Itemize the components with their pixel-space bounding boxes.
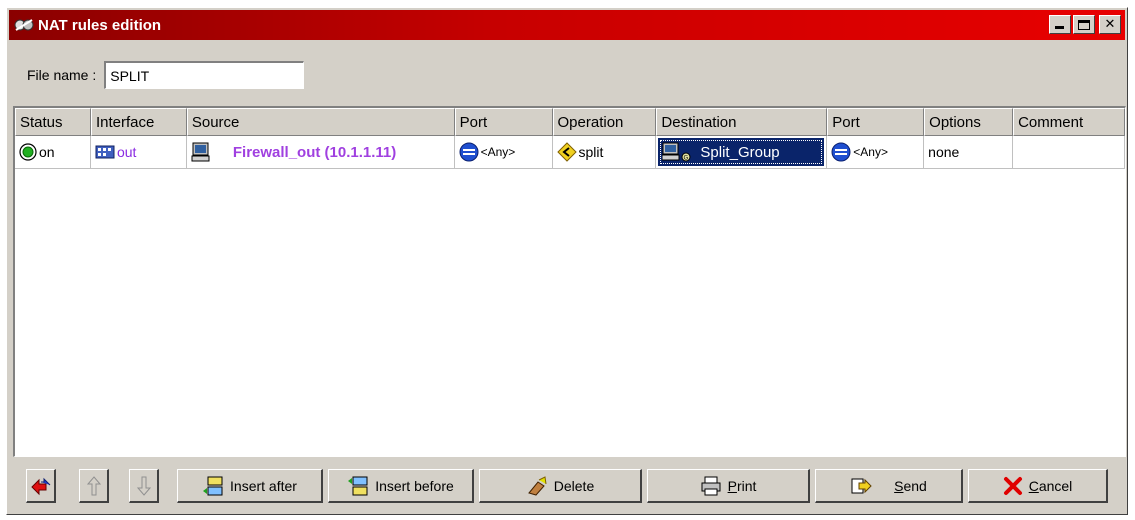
- filename-input[interactable]: [104, 61, 305, 89]
- insert-before-label: Insert before: [375, 477, 454, 494]
- column-header-source[interactable]: Source: [186, 108, 455, 136]
- eraser-icon: [527, 475, 547, 496]
- port-any-icon: [459, 142, 479, 162]
- cell-options[interactable]: none: [924, 136, 1014, 168]
- send-label: Send: [894, 478, 927, 494]
- destination-selected[interactable]: G Split_Group: [658, 138, 825, 166]
- column-header-destination-port[interactable]: Port: [827, 108, 925, 136]
- title-bar[interactable]: NAT rules edition ✕: [9, 10, 1125, 40]
- svg-text:G: G: [684, 155, 689, 162]
- print-label: Print: [728, 478, 757, 494]
- insert-after-button[interactable]: Insert after: [177, 469, 323, 503]
- send-button[interactable]: Send: [815, 469, 963, 503]
- network-interface-icon: [95, 145, 115, 159]
- cell-source-port[interactable]: <Any>: [455, 136, 553, 168]
- print-button[interactable]: Print: [647, 469, 810, 503]
- cell-destination[interactable]: G Split_Group: [656, 136, 828, 168]
- column-header-source-port[interactable]: Port: [454, 108, 553, 136]
- close-icon: ✕: [1104, 17, 1116, 32]
- column-header-interface[interactable]: Interface: [90, 108, 187, 136]
- options-text: none: [928, 144, 960, 160]
- column-header-comment[interactable]: Comment: [1013, 108, 1125, 136]
- send-icon: [851, 478, 872, 493]
- title-buttons: ✕: [1049, 15, 1121, 34]
- insert-before-button[interactable]: Insert before: [328, 469, 474, 503]
- interface-text: out: [116, 144, 137, 160]
- insert-before-icon: [348, 476, 368, 495]
- delete-label: Delete: [553, 477, 595, 494]
- destination-text: Split_Group: [700, 143, 780, 161]
- cell-status[interactable]: on: [15, 136, 91, 168]
- swap-button[interactable]: [26, 469, 56, 503]
- minimize-button[interactable]: [1049, 15, 1071, 34]
- maximize-icon: [1078, 19, 1090, 30]
- cell-interface[interactable]: out: [91, 136, 187, 168]
- cell-comment[interactable]: [1013, 136, 1125, 168]
- cancel-x-icon: [1003, 476, 1022, 495]
- move-up-button[interactable]: [79, 469, 109, 503]
- port-any-icon: [831, 142, 851, 162]
- host-group-icon: G: [662, 142, 691, 162]
- print-label-rest: rint: [736, 477, 757, 494]
- move-down-button[interactable]: [129, 469, 159, 503]
- nat-rules-window: NAT rules edition ✕ File name : Status I…: [6, 7, 1128, 515]
- send-label-rest: end: [903, 477, 927, 494]
- cancel-label-rest: ancel: [1038, 477, 1073, 494]
- operation-text: split: [578, 144, 604, 160]
- rules-table[interactable]: Status Interface Source Port Operation D…: [13, 106, 1126, 457]
- column-header-status[interactable]: Status: [15, 108, 91, 136]
- split-operation-icon: [556, 142, 577, 162]
- table-row[interactable]: on out Firewall_out (10.1.1.11) <Any> sp…: [15, 136, 1125, 169]
- arrow-up-icon: [86, 475, 101, 495]
- delete-button[interactable]: Delete: [479, 469, 642, 503]
- status-on-icon: [19, 143, 37, 161]
- printer-icon: [701, 476, 721, 495]
- cell-destination-port[interactable]: <Any>: [827, 136, 925, 168]
- close-button[interactable]: ✕: [1099, 15, 1121, 34]
- maximize-button[interactable]: [1073, 15, 1095, 34]
- nat-app-icon: [14, 19, 34, 31]
- cell-source[interactable]: Firewall_out (10.1.1.11): [187, 136, 455, 168]
- minimize-icon: [1055, 26, 1064, 29]
- status-text: on: [39, 144, 55, 160]
- filename-label: File name :: [27, 67, 97, 83]
- column-header-options[interactable]: Options: [924, 108, 1014, 136]
- column-header-destination[interactable]: Destination: [656, 108, 828, 136]
- insert-after-label: Insert after: [230, 477, 297, 494]
- destination-port-text: <Any>: [853, 145, 888, 159]
- cancel-button[interactable]: Cancel: [968, 469, 1108, 503]
- cell-operation[interactable]: split: [553, 136, 657, 168]
- swap-arrows-icon: [30, 477, 50, 495]
- window-title: NAT rules edition: [38, 16, 162, 34]
- print-accelerator: P: [727, 477, 737, 494]
- cancel-accelerator: C: [1028, 477, 1039, 494]
- column-header-operation[interactable]: Operation: [552, 108, 657, 136]
- cancel-label: Cancel: [1029, 478, 1073, 494]
- source-port-text: <Any>: [480, 145, 516, 159]
- insert-after-icon: [203, 476, 223, 495]
- source-text: Firewall_out (10.1.1.11): [232, 143, 397, 161]
- arrow-down-icon: [136, 476, 151, 496]
- filename-row: File name :: [27, 60, 305, 90]
- host-icon: [191, 142, 210, 162]
- table-header: Status Interface Source Port Operation D…: [15, 108, 1125, 136]
